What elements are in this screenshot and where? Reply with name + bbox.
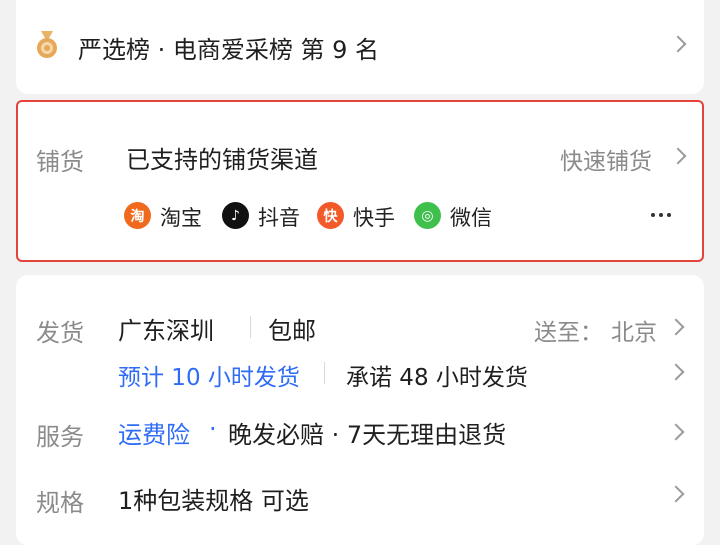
chevron-right-icon[interactable]: [667, 318, 685, 336]
chevron-right-icon[interactable]: [669, 147, 687, 165]
shipping-promise: 承诺 48 小时发货: [346, 365, 528, 391]
more-icon[interactable]: [651, 213, 673, 219]
spec-label: 规格: [36, 489, 84, 517]
shipping-origin: 广东深圳: [118, 317, 214, 345]
chevron-right-icon[interactable]: [667, 485, 685, 503]
chevron-right-icon[interactable]: [669, 35, 687, 53]
distribution-label: 铺货: [36, 148, 84, 176]
free-shipping: 包邮: [268, 317, 316, 345]
platform-label-douyin: 抖音: [258, 206, 300, 230]
service-label: 服务: [36, 423, 84, 451]
service-dot: ·: [209, 415, 217, 443]
spec-text[interactable]: 1种包装规格 可选: [118, 481, 309, 516]
shipping-estimate: 预计 10 小时发货: [118, 365, 300, 391]
info-card: 发货 广东深圳 包邮 送至： 北京 预计 10 小时发货 承诺 48 小时发货 …: [16, 275, 704, 545]
shipping-label: 发货: [36, 319, 84, 347]
chevron-right-icon[interactable]: [667, 363, 685, 381]
ship-to-label[interactable]: 送至：: [534, 313, 603, 347]
douyin-icon: ♪: [222, 202, 249, 229]
distribution-card: 铺货 已支持的铺货渠道 快速铺货 淘 淘宝 ♪ 抖音 快 快手 ◎ 微信: [16, 100, 704, 262]
platform-label-kuaishou: 快手: [353, 206, 395, 230]
service-guarantees: 晚发必赔 · 7天无理由退货: [228, 421, 507, 449]
distribution-title: 已支持的铺货渠道: [126, 146, 318, 174]
ship-to-city[interactable]: 北京: [611, 313, 657, 347]
divider: [324, 362, 325, 384]
quick-distribution-button[interactable]: 快速铺货: [560, 142, 652, 176]
kuaishou-icon: 快: [317, 202, 344, 229]
taobao-icon: 淘: [124, 202, 151, 229]
freight-insurance[interactable]: 运费险: [118, 415, 190, 450]
platform-label-wechat: 微信: [450, 206, 492, 230]
wechat-icon: ◎: [414, 202, 441, 229]
divider: [250, 316, 251, 338]
rank-text: 严选榜 · 电商爱采榜 第 9 名: [78, 36, 380, 64]
rank-card[interactable]: 严选榜 · 电商爱采榜 第 9 名: [16, 0, 704, 94]
medal-icon: [37, 31, 57, 58]
chevron-right-icon[interactable]: [667, 423, 685, 441]
platform-label-taobao: 淘宝: [160, 206, 202, 230]
